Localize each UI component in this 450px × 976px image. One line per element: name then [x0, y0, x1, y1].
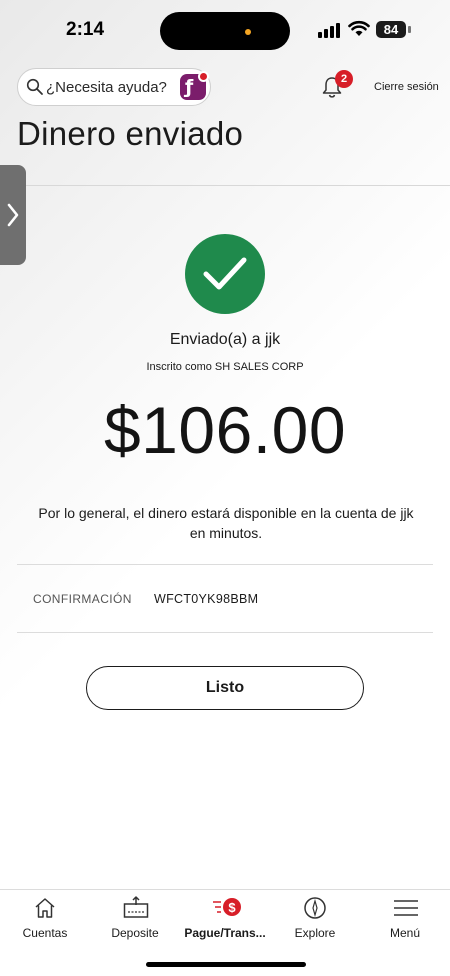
recipient-text: Enviado(a) a jjk	[169, 331, 281, 348]
confirmation-label: CONFIRMACIÓN	[33, 592, 132, 606]
virtual-assistant-icon[interactable]: ƒ	[180, 71, 209, 100]
success-check-icon	[185, 234, 265, 314]
cellular-signal-icon	[318, 22, 344, 38]
nav-label: Menú	[389, 926, 421, 940]
nav-item-explore[interactable]: Explore	[270, 890, 360, 950]
sent-amount: $106.00	[103, 393, 347, 467]
logout-link[interactable]: Cierre sesión	[374, 81, 439, 93]
nav-item-cuentas[interactable]: Cuentas	[0, 890, 90, 950]
nav-label: Pague/Trans...	[184, 926, 266, 940]
nav-label: Cuentas	[22, 926, 68, 940]
home-icon	[35, 898, 55, 918]
availability-note: Por lo general, el dinero estará disponi…	[38, 505, 414, 541]
divider-bottom	[17, 632, 433, 633]
deposit-icon	[123, 896, 149, 918]
registered-as-text: Inscrito como SH SALES CORP	[146, 361, 304, 373]
status-bar: 2:14 84	[0, 0, 450, 60]
divider-top	[17, 564, 433, 565]
confirmation-number: WFCT0YK98BBM	[154, 592, 259, 606]
side-drawer-handle[interactable]	[0, 165, 26, 265]
page-title: Dinero enviado	[17, 115, 244, 152]
battery-tip	[408, 26, 411, 33]
dynamic-island	[160, 12, 290, 50]
menu-icon	[394, 900, 418, 916]
assistant-alert-dot	[198, 71, 209, 82]
nav-item-deposite[interactable]: Deposite	[90, 890, 180, 950]
battery-indicator: 84	[376, 21, 406, 38]
search-icon	[26, 78, 43, 95]
header-divider	[0, 185, 450, 186]
chevron-right-icon	[7, 203, 19, 227]
wifi-icon	[348, 20, 370, 36]
home-indicator	[146, 962, 306, 967]
checkmark-icon	[203, 257, 247, 290]
privacy-indicator-dot	[245, 29, 251, 35]
svg-text:$: $	[228, 900, 236, 915]
pay-transfer-icon: $	[213, 898, 241, 916]
nav-item-pague-trans[interactable]: $ Pague/Trans...	[180, 890, 270, 950]
compass-icon	[304, 897, 326, 919]
nav-label: Deposite	[111, 926, 159, 940]
notification-count-badge: 2	[335, 70, 353, 88]
assistant-logo-glyph: ƒ	[185, 76, 194, 98]
done-button[interactable]: Listo	[86, 666, 364, 710]
status-time: 2:14	[66, 19, 105, 40]
nav-item-menu[interactable]: Menú	[360, 890, 450, 950]
nav-label: Explore	[294, 926, 336, 940]
search-placeholder: ¿Necesita ayuda?	[46, 79, 167, 96]
